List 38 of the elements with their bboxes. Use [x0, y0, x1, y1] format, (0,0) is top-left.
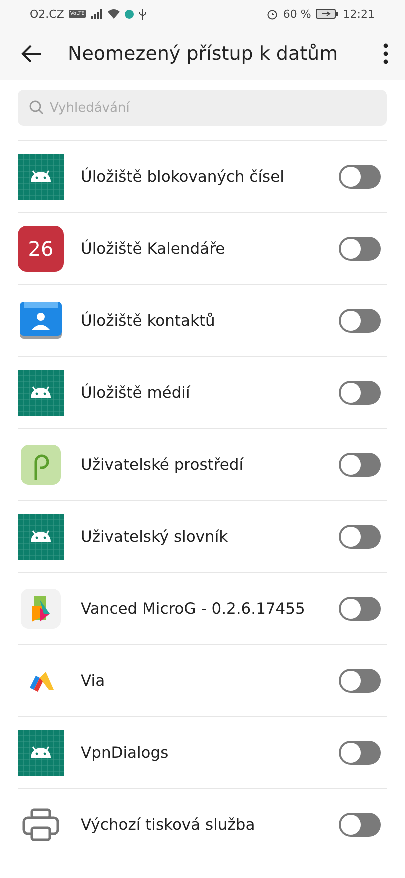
toggle-switch[interactable]	[339, 812, 381, 836]
android-icon	[18, 514, 64, 560]
carrier-name: O2.CZ	[30, 8, 64, 20]
android-icon	[18, 154, 64, 200]
android-icon	[18, 370, 64, 416]
toggle-switch[interactable]	[339, 308, 381, 332]
android-icon	[18, 730, 64, 776]
app-name: Výchozí tisková služba	[81, 816, 256, 834]
app-name: Úložiště médií	[81, 384, 192, 402]
usb-icon	[138, 8, 147, 20]
app-name: Uživatelské prostředí	[81, 456, 245, 474]
toggle-switch[interactable]	[339, 236, 381, 260]
toggle-switch[interactable]	[339, 740, 381, 764]
search-field[interactable]: Vyhledávání	[18, 90, 387, 126]
app-name: Vanced MicroG - 0.2.6.17455	[81, 600, 306, 618]
app-name: Uživatelský slovník	[81, 528, 230, 546]
toggle-switch[interactable]	[339, 668, 381, 692]
app-name: VpnDialogs	[81, 744, 170, 762]
alarm-icon	[267, 8, 278, 20]
app-name: Via	[81, 672, 106, 690]
clock: 12:21	[343, 8, 375, 20]
toggle-switch[interactable]	[339, 524, 381, 548]
app-name: Úložiště kontaktů	[81, 312, 216, 330]
toggle-switch[interactable]	[339, 596, 381, 620]
app-name: Úložiště Kalendáře	[81, 240, 226, 258]
more-icon	[383, 42, 389, 66]
app-name: Úložiště blokovaných čísel	[81, 168, 286, 186]
battery-icon	[316, 9, 338, 19]
battery-percent: 60 %	[283, 8, 312, 20]
wifi-icon	[108, 9, 120, 19]
search-icon	[29, 100, 44, 115]
signal-icon	[90, 9, 103, 19]
toggle-switch[interactable]	[339, 452, 381, 476]
toggle-switch[interactable]	[339, 164, 381, 188]
app-dot-icon	[124, 10, 134, 18]
calendar-icon: 26	[18, 226, 64, 272]
toolbar-title: Neomezený přístup k datům	[68, 43, 340, 65]
toggle-switch[interactable]	[339, 380, 381, 404]
